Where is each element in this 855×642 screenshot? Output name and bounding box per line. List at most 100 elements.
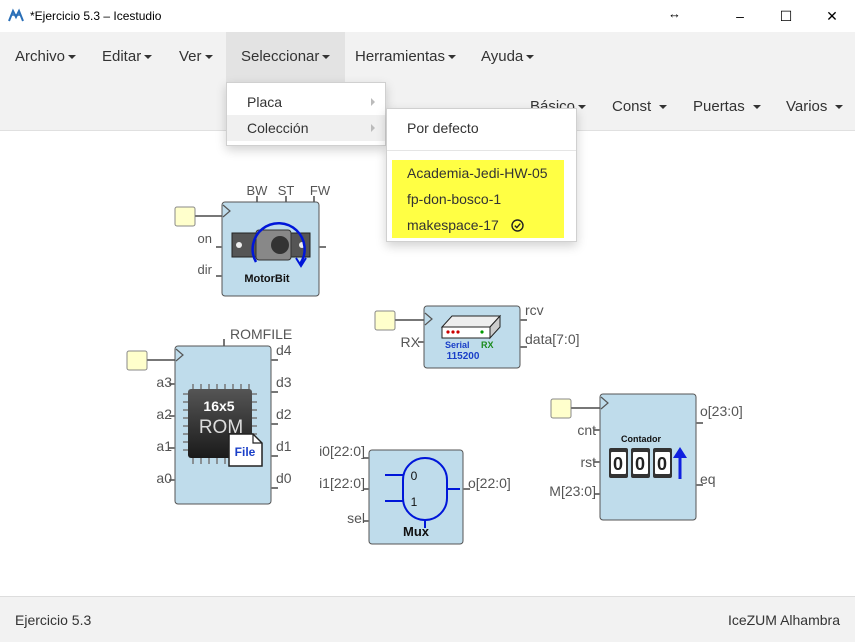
- submenu-arrow-icon: [371, 124, 375, 132]
- seleccionar-dropdown: Placa Colección: [226, 82, 386, 146]
- param-box[interactable]: [550, 398, 572, 419]
- rom-outputs: d4 d3 d2 d1 d0: [271, 342, 292, 489]
- file-label: File: [235, 445, 256, 459]
- menu-label: Seleccionar: [241, 48, 320, 65]
- mux-in1: 1: [411, 495, 418, 509]
- status-bar: Ejercicio 5.3 IceZUM Alhambra: [0, 596, 855, 642]
- menu-item-label: fp-don-bosco-1: [407, 191, 502, 207]
- block-label: MotorBit: [244, 273, 290, 285]
- caret-down-icon: [204, 55, 213, 60]
- menu-ayuda[interactable]: Ayuda: [466, 32, 549, 82]
- port-label: a2: [156, 406, 172, 422]
- caret-down-icon: [144, 55, 153, 60]
- menu-item-label: Academia-Jedi-HW-05: [407, 165, 548, 181]
- menu-item-label: makespace-17: [407, 217, 499, 233]
- port-label: d3: [276, 374, 292, 390]
- project-name: Ejercicio 5.3: [15, 612, 92, 628]
- menu-label: Editar: [102, 48, 142, 65]
- submenu-arrow-icon: [371, 98, 375, 106]
- menu-item-coleccion[interactable]: Colección: [227, 115, 385, 141]
- param-label: ROMFILE: [230, 326, 292, 342]
- param-label: FW: [310, 183, 331, 198]
- menu-herramientas[interactable]: Herramientas: [340, 32, 471, 82]
- port-label: RX: [401, 334, 421, 350]
- menu-divider: [387, 150, 576, 151]
- menu-item-label: Placa: [247, 94, 283, 110]
- menu-label: Ayuda: [481, 48, 524, 65]
- caret-down-icon: [526, 55, 535, 60]
- coleccion-submenu: Por defecto Academia-Jedi-HW-05 fp-don-b…: [386, 108, 577, 242]
- collection-item-makespace[interactable]: makespace-17: [387, 212, 576, 238]
- caret-down-icon: [448, 55, 457, 60]
- icestudio-logo-icon: [8, 8, 24, 22]
- port-label: sel: [347, 510, 365, 526]
- port-label: a3: [156, 374, 172, 390]
- port-label: a0: [156, 470, 172, 486]
- menu-ver[interactable]: Ver: [164, 32, 228, 82]
- port-label: dir: [198, 262, 213, 277]
- board-name[interactable]: IceZUM Alhambra: [728, 612, 840, 628]
- block-label: Contador: [621, 434, 661, 444]
- menu-item-placa[interactable]: Placa: [227, 89, 385, 115]
- serial-device-icon: [440, 314, 502, 340]
- counter-digit: 0: [613, 454, 623, 474]
- menu-seleccionar[interactable]: Seleccionar: [226, 32, 346, 82]
- category-puertas[interactable]: Puertas: [693, 89, 761, 125]
- serial-rx-block[interactable]: RX rcv data[7:0] Serial RX 115200: [374, 302, 580, 369]
- param-label: ST: [278, 183, 295, 198]
- port-label: d1: [276, 438, 292, 454]
- counter-digit: 0: [657, 454, 667, 474]
- category-varios[interactable]: Varios: [786, 89, 844, 125]
- port-label: i1[22:0]: [319, 475, 365, 491]
- caret-down-icon: [752, 105, 761, 110]
- menu-archivo[interactable]: Archivo: [0, 32, 91, 82]
- collection-item-academia[interactable]: Academia-Jedi-HW-05: [387, 160, 576, 186]
- caret-down-icon: [322, 55, 331, 60]
- menu-editar[interactable]: Editar: [87, 32, 167, 82]
- port-label: rst: [580, 454, 596, 470]
- title-bar: *Ejercicio 5.3 – Icestudio ↔ – ☐ ✕: [0, 0, 855, 32]
- close-button[interactable]: ✕: [809, 0, 855, 32]
- rom-block[interactable]: ROMFILE a3 a2 a1 a0 d4 d3 d2 d1 d0 16x5 …: [126, 326, 292, 505]
- menu-label: Archivo: [15, 48, 66, 65]
- port-label: o[23:0]: [700, 403, 743, 419]
- menu-label: Ver: [179, 48, 202, 65]
- param-label: BW: [247, 183, 269, 198]
- caret-down-icon: [835, 105, 844, 110]
- minimize-button[interactable]: –: [717, 0, 763, 32]
- port-label: rcv: [525, 302, 544, 318]
- param-box[interactable]: [374, 310, 396, 331]
- menu-label: Herramientas: [355, 48, 446, 65]
- param-box[interactable]: [126, 350, 148, 371]
- caret-down-icon: [578, 105, 587, 110]
- caret-down-icon: [68, 55, 77, 60]
- port-label: M[23:0]: [549, 483, 596, 499]
- port-label: eq: [700, 471, 716, 487]
- collection-item-default[interactable]: Por defecto: [387, 115, 576, 141]
- rx-label: RX: [481, 340, 494, 350]
- category-label: Varios: [786, 98, 828, 115]
- serial-label: Serial: [445, 340, 470, 350]
- category-const[interactable]: Const: [612, 89, 668, 125]
- baud-label: 115200: [447, 351, 480, 362]
- param-box[interactable]: [174, 206, 196, 227]
- maximize-button[interactable]: ☐: [763, 0, 809, 32]
- category-label: Const: [612, 98, 652, 115]
- block-label: Mux: [403, 524, 430, 539]
- port-label: d4: [276, 342, 292, 358]
- mux-block[interactable]: i0[22:0] i1[22:0] sel o[22:0] 0 1 Mux: [319, 443, 511, 545]
- menu-item-label: Colección: [247, 120, 309, 136]
- counter-block[interactable]: cnt rst M[23:0] o[23:0] eq Contador 0 0 …: [549, 393, 743, 521]
- port-label: d0: [276, 470, 292, 486]
- caret-down-icon: [659, 105, 668, 110]
- port-label: data[7:0]: [525, 331, 580, 347]
- menu-item-label: Por defecto: [407, 120, 479, 136]
- motorbit-block[interactable]: BW ST FW on dir MotorBit: [174, 183, 331, 297]
- mux-in0: 0: [411, 469, 418, 483]
- collection-item-fp-don-bosco[interactable]: fp-don-bosco-1: [387, 186, 576, 212]
- category-label: Puertas: [693, 98, 745, 115]
- resize-arrows-icon[interactable]: ↔: [668, 6, 681, 21]
- rom-inputs: a3 a2 a1 a0: [156, 374, 175, 486]
- port-label: i0[22:0]: [319, 443, 365, 459]
- window-title: *Ejercicio 5.3 – Icestudio: [30, 9, 162, 23]
